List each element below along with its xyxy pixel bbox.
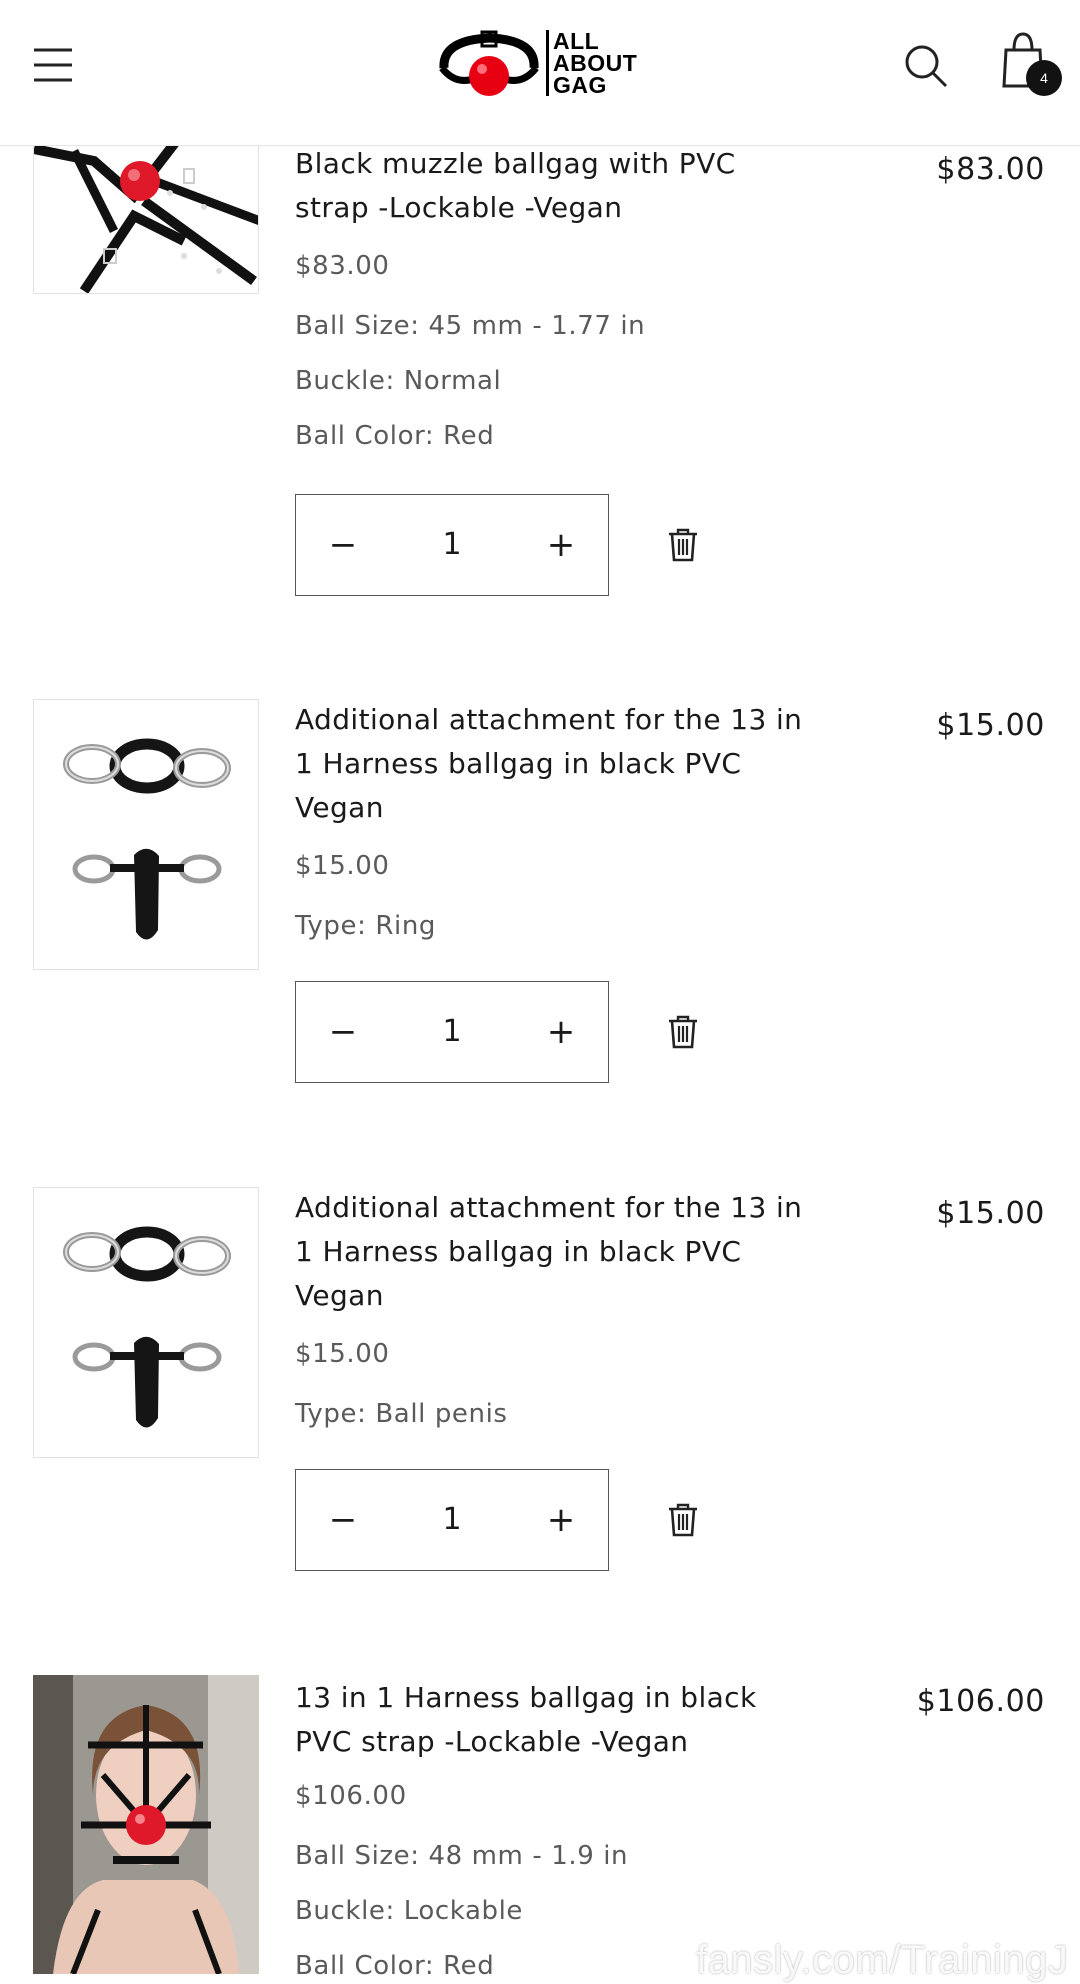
logo-line-3: GAG <box>546 74 637 97</box>
trash-icon[interactable] <box>666 1502 700 1538</box>
product-image-harness-ballgag[interactable] <box>33 1675 259 1974</box>
logo-line-2: ABOUT <box>546 52 637 75</box>
option-buckle: Buckle: Lockable <box>295 1896 523 1926</box>
logo-wordmark: ALL ABOUT GAG <box>546 30 637 97</box>
unit-price: $83.00 <box>295 251 390 281</box>
quantity-value[interactable]: 1 <box>386 1470 518 1570</box>
trash-icon[interactable] <box>666 527 700 563</box>
line-total: $15.00 <box>936 708 1045 743</box>
search-icon[interactable] <box>900 40 952 92</box>
unit-price: $106.00 <box>295 1781 407 1811</box>
option-ball-size: Ball Size: 48 mm - 1.9 in <box>295 1841 629 1871</box>
product-image-ring-attachment[interactable] <box>33 699 259 970</box>
product-title[interactable]: 13 in 1 Harness ballgag in black PVC str… <box>295 1676 815 1764</box>
site-header: ALL ABOUT GAG 4 <box>0 0 1080 146</box>
cart-count-badge: 4 <box>1026 60 1062 96</box>
quantity-value[interactable]: 1 <box>386 495 518 595</box>
increase-quantity-button[interactable]: + <box>516 1470 606 1570</box>
product-title[interactable]: Black muzzle ballgag with PVC strap -Loc… <box>295 142 815 230</box>
increase-quantity-button[interactable]: + <box>516 982 606 1082</box>
product-image-muzzle-ballgag[interactable] <box>33 120 259 294</box>
store-logo[interactable]: ALL ABOUT GAG <box>436 28 648 104</box>
increase-quantity-button[interactable]: + <box>516 495 606 595</box>
quantity-value[interactable]: 1 <box>386 982 518 1082</box>
decrease-quantity-button[interactable]: − <box>298 495 388 595</box>
unit-price: $15.00 <box>295 851 390 881</box>
option-ball-color: Ball Color: Red <box>295 1951 495 1981</box>
line-total: $83.00 <box>936 152 1045 187</box>
option-ball-color: Ball Color: Red <box>295 421 495 451</box>
watermark-text: fansly.com/TrainingJ <box>696 1938 1069 1982</box>
option-type: Type: Ball penis <box>295 1399 508 1429</box>
decrease-quantity-button[interactable]: − <box>298 982 388 1082</box>
unit-price: $15.00 <box>295 1339 390 1369</box>
hamburger-menu-icon[interactable] <box>28 40 78 90</box>
logo-line-1: ALL <box>546 30 637 53</box>
quantity-stepper: − 1 + <box>295 981 609 1083</box>
line-total: $106.00 <box>916 1684 1045 1719</box>
product-title[interactable]: Additional attachment for the 13 in 1 Ha… <box>295 698 815 830</box>
trash-icon[interactable] <box>666 1014 700 1050</box>
ballgag-logo-icon <box>439 30 539 96</box>
quantity-stepper: − 1 + <box>295 1469 609 1571</box>
product-title[interactable]: Additional attachment for the 13 in 1 Ha… <box>295 1186 815 1318</box>
quantity-stepper: − 1 + <box>295 494 609 596</box>
option-buckle: Buckle: Normal <box>295 366 502 396</box>
decrease-quantity-button[interactable]: − <box>298 1470 388 1570</box>
product-image-ring-attachment[interactable] <box>33 1187 259 1458</box>
option-type: Type: Ring <box>295 911 437 941</box>
option-ball-size: Ball Size: 45 mm - 1.77 in <box>295 311 646 341</box>
cart-items-list: Black muzzle ballgag with PVC strap -Loc… <box>0 0 1080 1984</box>
line-total: $15.00 <box>936 1196 1045 1231</box>
